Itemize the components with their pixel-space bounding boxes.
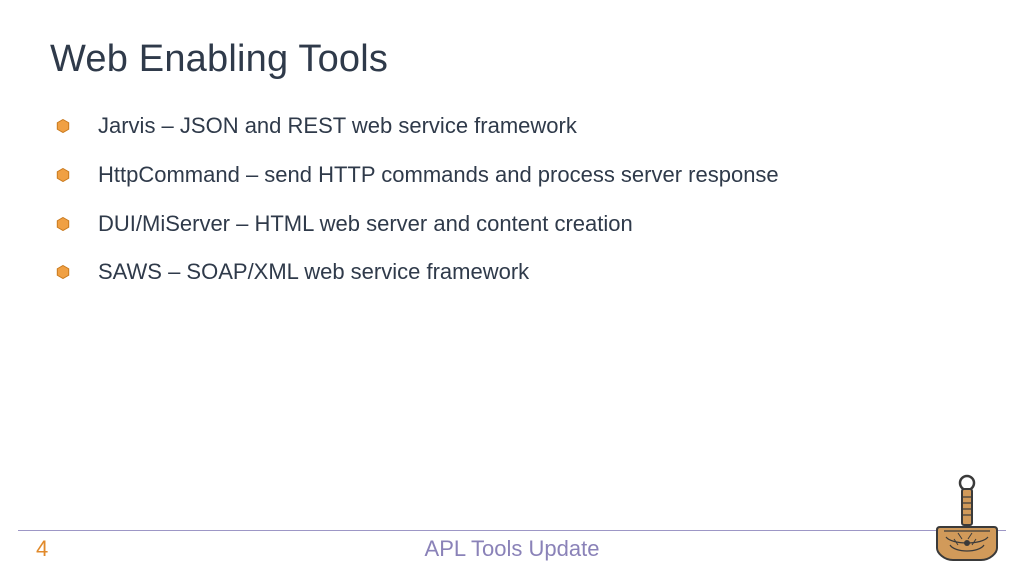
slide-title: Web Enabling Tools [50, 38, 974, 81]
hexagon-bullet-icon [56, 119, 70, 138]
slide: Web Enabling Tools Jarvis – JSON and RES… [0, 0, 1024, 576]
bullet-text: Jarvis – JSON and REST web service frame… [98, 111, 577, 142]
footer-title: APL Tools Update [0, 536, 1024, 562]
hammer-logo-icon [936, 473, 998, 570]
hexagon-bullet-icon [56, 265, 70, 284]
list-item: HttpCommand – send HTTP commands and pro… [52, 160, 974, 191]
bullet-text: SAWS – SOAP/XML web service framework [98, 257, 529, 288]
list-item: SAWS – SOAP/XML web service framework [52, 257, 974, 288]
bullet-text: HttpCommand – send HTTP commands and pro… [98, 160, 779, 191]
slide-footer: 4 APL Tools Update [0, 516, 1024, 576]
footer-divider [18, 530, 1006, 531]
bullet-text: DUI/MiServer – HTML web server and conte… [98, 209, 633, 240]
list-item: Jarvis – JSON and REST web service frame… [52, 111, 974, 142]
list-item: DUI/MiServer – HTML web server and conte… [52, 209, 974, 240]
hexagon-bullet-icon [56, 217, 70, 236]
hexagon-bullet-icon [56, 168, 70, 187]
bullet-list: Jarvis – JSON and REST web service frame… [52, 111, 974, 288]
